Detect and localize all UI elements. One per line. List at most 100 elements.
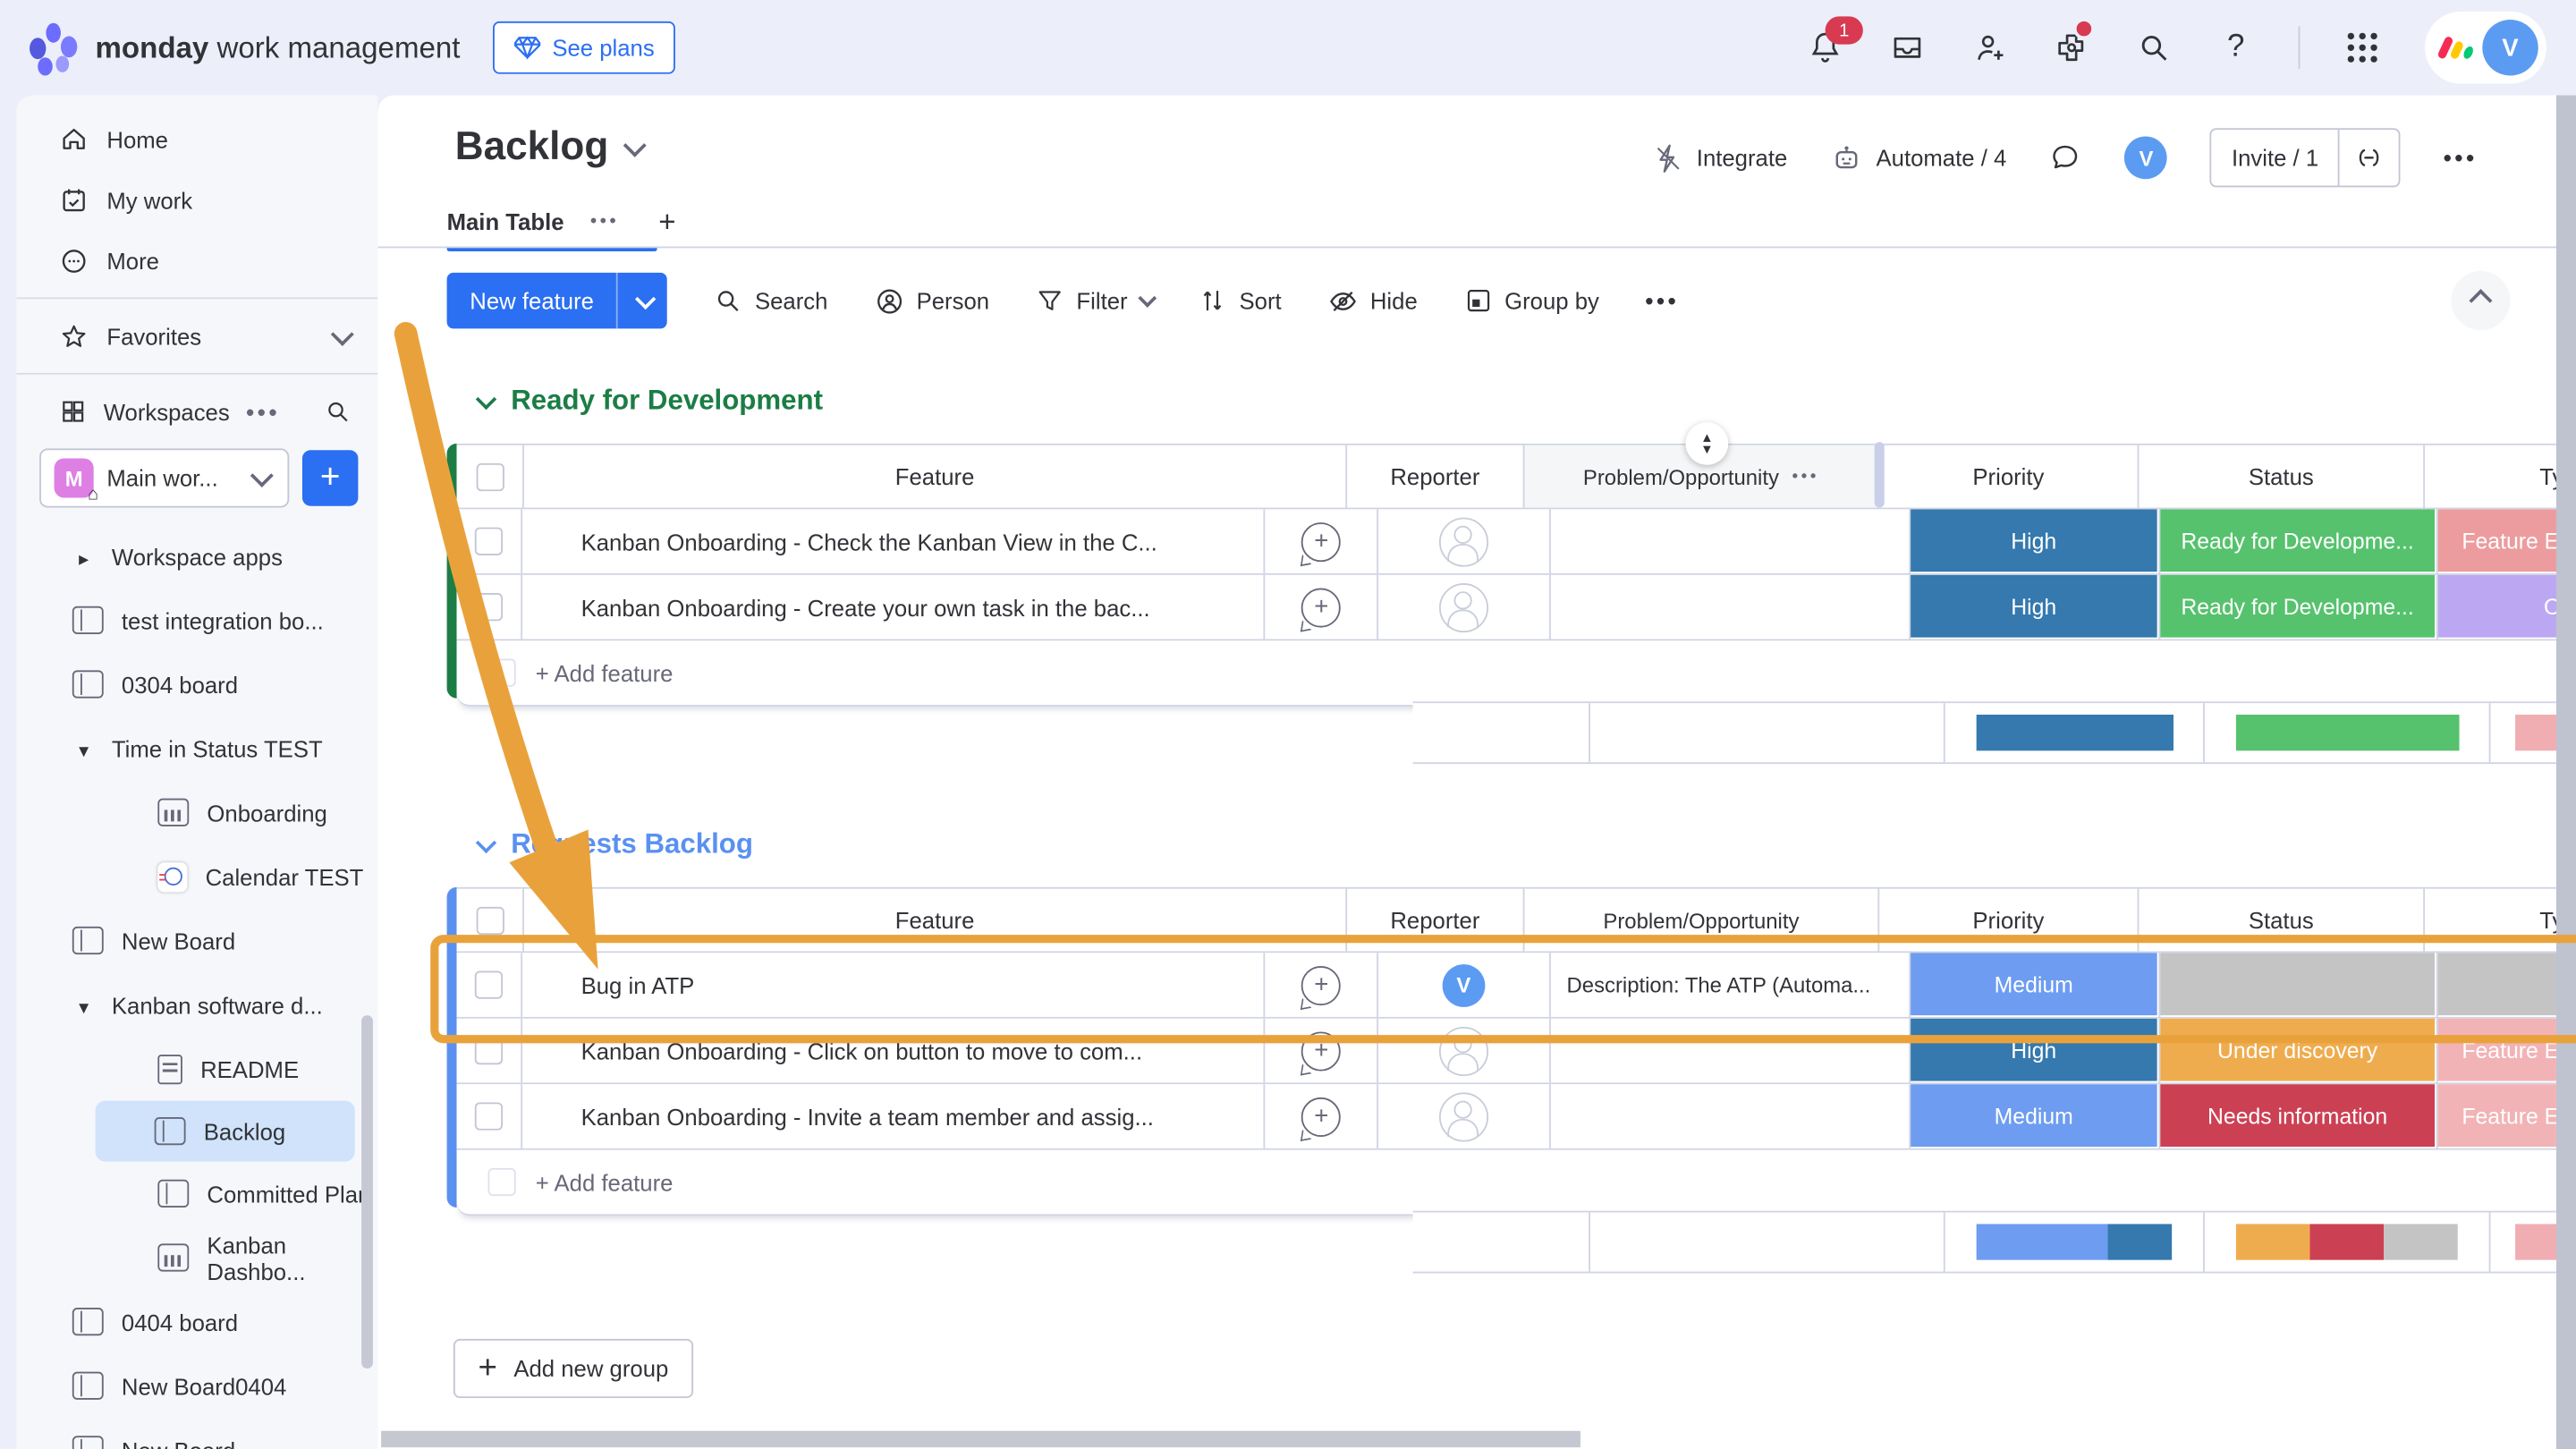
column-header-priority[interactable]: Priority (1879, 889, 2139, 952)
add-update-button[interactable]: + (1266, 953, 1378, 1017)
horizontal-scrollbar[interactable] (381, 1431, 1580, 1447)
type-cell[interactable]: Feature Enhancement (2437, 1084, 2576, 1148)
sidebar-board-item[interactable]: Kanban Dashbo... (16, 1225, 377, 1290)
column-menu-button[interactable]: ••• (1792, 468, 1819, 486)
feature-cell[interactable]: Kanban Onboarding - Invite a team member… (521, 1084, 1266, 1148)
collapse-header-button[interactable] (2451, 271, 2510, 330)
column-header-type[interactable]: Type (2425, 889, 2576, 952)
priority-cell[interactable]: Medium (1910, 1084, 2161, 1148)
notifications-button[interactable]: 1 (1806, 28, 1845, 67)
priority-cell[interactable]: High (1910, 575, 2161, 640)
sidebar-item-favorites[interactable]: Favorites (16, 306, 377, 367)
user-avatar[interactable]: V (2482, 20, 2538, 75)
priority-cell[interactable]: High (1910, 1019, 2161, 1083)
person-filter-button[interactable]: Person (874, 285, 989, 317)
invite-members-button[interactable] (1970, 28, 2009, 67)
select-all-checkbox[interactable] (457, 889, 524, 952)
inbox-button[interactable] (1887, 28, 1927, 67)
row-checkbox[interactable] (457, 953, 522, 1017)
problem-cell[interactable] (1550, 509, 1910, 573)
sidebar-board-item[interactable]: Calendar TEST (16, 844, 377, 909)
reporter-cell[interactable]: V (1378, 953, 1550, 1017)
column-header-priority[interactable]: Priority (1879, 445, 2139, 508)
table-row[interactable]: Kanban Onboarding - Invite a team member… (457, 1084, 2576, 1149)
status-cell[interactable]: Under discovery (2161, 1019, 2437, 1083)
row-checkbox[interactable] (457, 509, 522, 573)
see-plans-button[interactable]: See plans (493, 21, 675, 74)
new-feature-button[interactable]: New feature (447, 273, 668, 328)
add-update-button[interactable]: + (1266, 575, 1378, 640)
sidebar-board-item[interactable]: test integration bo... (16, 589, 377, 653)
filter-button[interactable]: Filter (1036, 286, 1153, 316)
add-feature-button[interactable]: + Add feature (457, 640, 2576, 706)
problem-cell[interactable] (1550, 1084, 1910, 1148)
row-checkbox[interactable] (457, 575, 522, 640)
column-header-problem[interactable]: Problem/Opportunity (1524, 889, 1879, 952)
type-cell[interactable]: Other (2437, 575, 2576, 640)
group-by-button[interactable]: Group by (1463, 286, 1599, 316)
column-header-type[interactable]: Type (2425, 445, 2576, 508)
invite-button[interactable]: Invite / 1 (2210, 128, 2401, 187)
type-cell[interactable] (2437, 953, 2576, 1017)
status-cell[interactable]: Ready for Developme... (2161, 575, 2437, 640)
sidebar-item-home[interactable]: Home (16, 108, 377, 169)
column-header-problem[interactable]: Problem/Opportunity ••• ▲▼ (1524, 445, 1879, 508)
column-header-status[interactable]: Status (2139, 445, 2425, 508)
apps-marketplace-button[interactable] (2052, 28, 2091, 67)
hide-button[interactable]: Hide (1327, 285, 1418, 317)
status-cell[interactable]: Needs information (2161, 1084, 2437, 1148)
group-title-ready-for-development[interactable]: Ready for Development (477, 385, 823, 418)
problem-cell[interactable] (1550, 1019, 1910, 1083)
board-member-avatar[interactable]: V (2125, 136, 2168, 179)
sort-button[interactable]: Sort (1199, 286, 1282, 316)
sidebar-board-item[interactable]: Backlog (96, 1101, 355, 1162)
integrate-button[interactable]: Integrate (1652, 142, 1787, 174)
sidebar-item-more[interactable]: More (16, 230, 377, 291)
toolbar-more-button[interactable]: ••• (1645, 287, 1679, 313)
add-view-button[interactable]: + (658, 205, 675, 240)
tab-menu-button[interactable]: ••• (590, 212, 619, 232)
search-toolbar-button[interactable]: Search (714, 286, 827, 316)
sidebar-board-item[interactable]: New Board (16, 1418, 377, 1449)
automate-button[interactable]: Automate / 4 (1830, 141, 2006, 174)
new-feature-dropdown[interactable] (617, 273, 668, 328)
feature-cell[interactable]: Kanban Onboarding - Create your own task… (521, 575, 1266, 640)
feature-cell[interactable]: Bug in ATP (521, 953, 1266, 1017)
sidebar-board-item[interactable]: 0304 board (16, 652, 377, 716)
add-workspace-item-button[interactable]: + (302, 450, 358, 505)
help-button[interactable]: ? (2216, 28, 2256, 67)
reporter-cell[interactable] (1378, 509, 1550, 573)
sidebar-board-item[interactable]: Workspace apps (16, 524, 377, 589)
sidebar-board-item[interactable]: 0404 board (16, 1290, 377, 1354)
type-cell[interactable]: Feature Enhancement (2437, 509, 2576, 573)
add-feature-button[interactable]: + Add feature (457, 1150, 2576, 1216)
tab-main-table[interactable]: Main Table (447, 208, 564, 234)
feature-cell[interactable]: Kanban Onboarding - Click on button to m… (521, 1019, 1266, 1083)
add-update-button[interactable]: + (1266, 1084, 1378, 1148)
row-checkbox[interactable] (457, 1019, 522, 1083)
priority-cell[interactable]: Medium (1910, 953, 2161, 1017)
table-row[interactable]: Kanban Onboarding - Click on button to m… (457, 1019, 2576, 1084)
board-title[interactable]: Backlog (455, 125, 641, 171)
feature-cell[interactable]: Kanban Onboarding - Check the Kanban Vie… (521, 509, 1266, 573)
product-switcher-button[interactable] (2343, 28, 2382, 67)
reporter-cell[interactable] (1378, 1084, 1550, 1148)
problem-cell[interactable] (1550, 575, 1910, 640)
account-pill[interactable]: V (2425, 12, 2546, 84)
reporter-cell[interactable] (1378, 575, 1550, 640)
select-all-checkbox[interactable] (457, 445, 524, 508)
column-header-reporter[interactable]: Reporter (1347, 889, 1524, 952)
vertical-scrollbar[interactable] (2556, 96, 2576, 1449)
sidebar-scrollbar[interactable] (361, 1015, 373, 1368)
sidebar-board-item[interactable]: Onboarding (16, 780, 377, 844)
board-menu-button[interactable]: ••• (2444, 145, 2478, 171)
sidebar-board-item[interactable]: New Board (16, 909, 377, 973)
workspaces-menu-button[interactable]: ••• (246, 398, 280, 424)
row-checkbox[interactable] (457, 1084, 522, 1148)
column-header-reporter[interactable]: Reporter (1347, 445, 1524, 508)
table-row[interactable]: Kanban Onboarding - Check the Kanban Vie… (457, 509, 2576, 574)
monday-logo-icon[interactable] (30, 23, 79, 72)
table-row[interactable]: Bug in ATP + V Description: The ATP (Aut… (457, 953, 2576, 1018)
status-cell[interactable] (2161, 953, 2437, 1017)
column-header-status[interactable]: Status (2139, 889, 2425, 952)
